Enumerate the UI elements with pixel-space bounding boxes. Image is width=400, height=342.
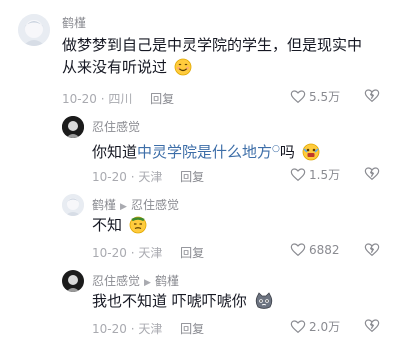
reply-button[interactable]: 回复: [150, 92, 174, 106]
comment-meta: 10-20 · 四川 回复: [62, 92, 175, 106]
like-count: 5.5万: [309, 90, 341, 104]
like-count: 6882: [309, 243, 340, 257]
broken-heart-icon: [364, 89, 380, 103]
like-button[interactable]: 1.5万: [290, 166, 340, 183]
broken-heart-icon: [364, 319, 380, 333]
search-link-icon: ○: [272, 144, 280, 154]
heart-icon: [290, 319, 306, 333]
avatar[interactable]: [62, 116, 84, 138]
dislike-button[interactable]: [364, 88, 380, 108]
comment-text: 做梦梦到自己是中灵学院的学生，但是现实中 从来没有听说过: [62, 34, 392, 82]
like-count: 1.5万: [309, 168, 341, 182]
comment-text: 我也不知道 吓唬吓唬你: [92, 290, 274, 316]
broken-heart-icon: [364, 243, 380, 257]
avatar[interactable]: [62, 194, 84, 216]
smile-emoji: [174, 58, 192, 82]
reply-arrow-icon: ▶: [144, 278, 151, 288]
dislike-button[interactable]: [364, 318, 380, 338]
dislike-button[interactable]: [364, 166, 380, 186]
heart-icon: [290, 167, 306, 181]
avatar[interactable]: [62, 270, 84, 292]
avatar[interactable]: [18, 14, 50, 46]
comment-meta: 10-20 · 天津 回复: [92, 170, 205, 184]
like-button[interactable]: 6882: [290, 242, 340, 258]
comment-meta: 10-20 · 天津 回复: [92, 246, 205, 260]
reply-button[interactable]: 回复: [180, 246, 204, 260]
reply-button[interactable]: 回复: [180, 322, 204, 336]
username[interactable]: 忍住感觉: [92, 118, 140, 135]
comment-meta: 10-20 · 天津 回复: [92, 322, 205, 336]
reply-arrow-icon: ▶: [120, 202, 127, 212]
broken-heart-icon: [364, 167, 380, 181]
heart-icon: [290, 243, 306, 257]
like-count: 2.0万: [309, 320, 341, 334]
search-link[interactable]: 中灵学院是什么地方○: [137, 143, 280, 161]
username[interactable]: 鹤槿 ▶ 忍住感觉: [92, 196, 179, 213]
comment-text: 不知: [92, 214, 147, 240]
sweat-emoji: [129, 216, 147, 240]
heart-icon: [290, 89, 306, 103]
username[interactable]: 鹤槿: [62, 14, 86, 31]
like-button[interactable]: 5.5万: [290, 88, 340, 105]
scared-emoji: [302, 143, 320, 167]
dislike-button[interactable]: [364, 242, 380, 262]
like-button[interactable]: 2.0万: [290, 318, 340, 335]
cat-emoji: [254, 292, 274, 316]
username[interactable]: 忍住感觉 ▶ 鹤槿: [92, 272, 179, 289]
reply-button[interactable]: 回复: [180, 170, 204, 184]
comment-text: 你知道中灵学院是什么地方○吗: [92, 138, 392, 167]
